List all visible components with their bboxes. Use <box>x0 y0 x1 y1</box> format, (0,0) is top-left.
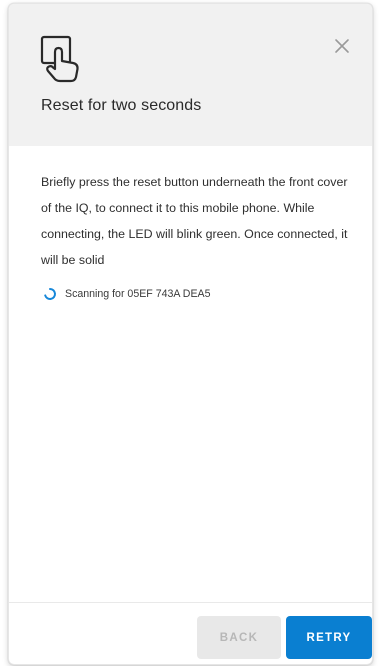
loading-spinner-icon <box>44 288 56 300</box>
reset-dialog: Reset for two seconds Briefly press the … <box>8 3 373 665</box>
hand-press-icon <box>40 35 79 83</box>
back-button[interactable]: BACK <box>197 616 281 659</box>
scan-status: Scanning for 05EF 743A DEA5 <box>43 285 210 303</box>
dialog-description: Briefly press the reset button underneat… <box>41 175 348 267</box>
dialog-title: Reset for two seconds <box>41 97 202 114</box>
dialog-header: Reset for two seconds <box>9 4 372 146</box>
footer-divider <box>9 602 372 603</box>
scan-status-text: Scanning for 05EF 743A DEA5 <box>65 288 211 300</box>
close-icon[interactable] <box>330 34 354 58</box>
retry-button[interactable]: RETRY <box>286 616 372 659</box>
